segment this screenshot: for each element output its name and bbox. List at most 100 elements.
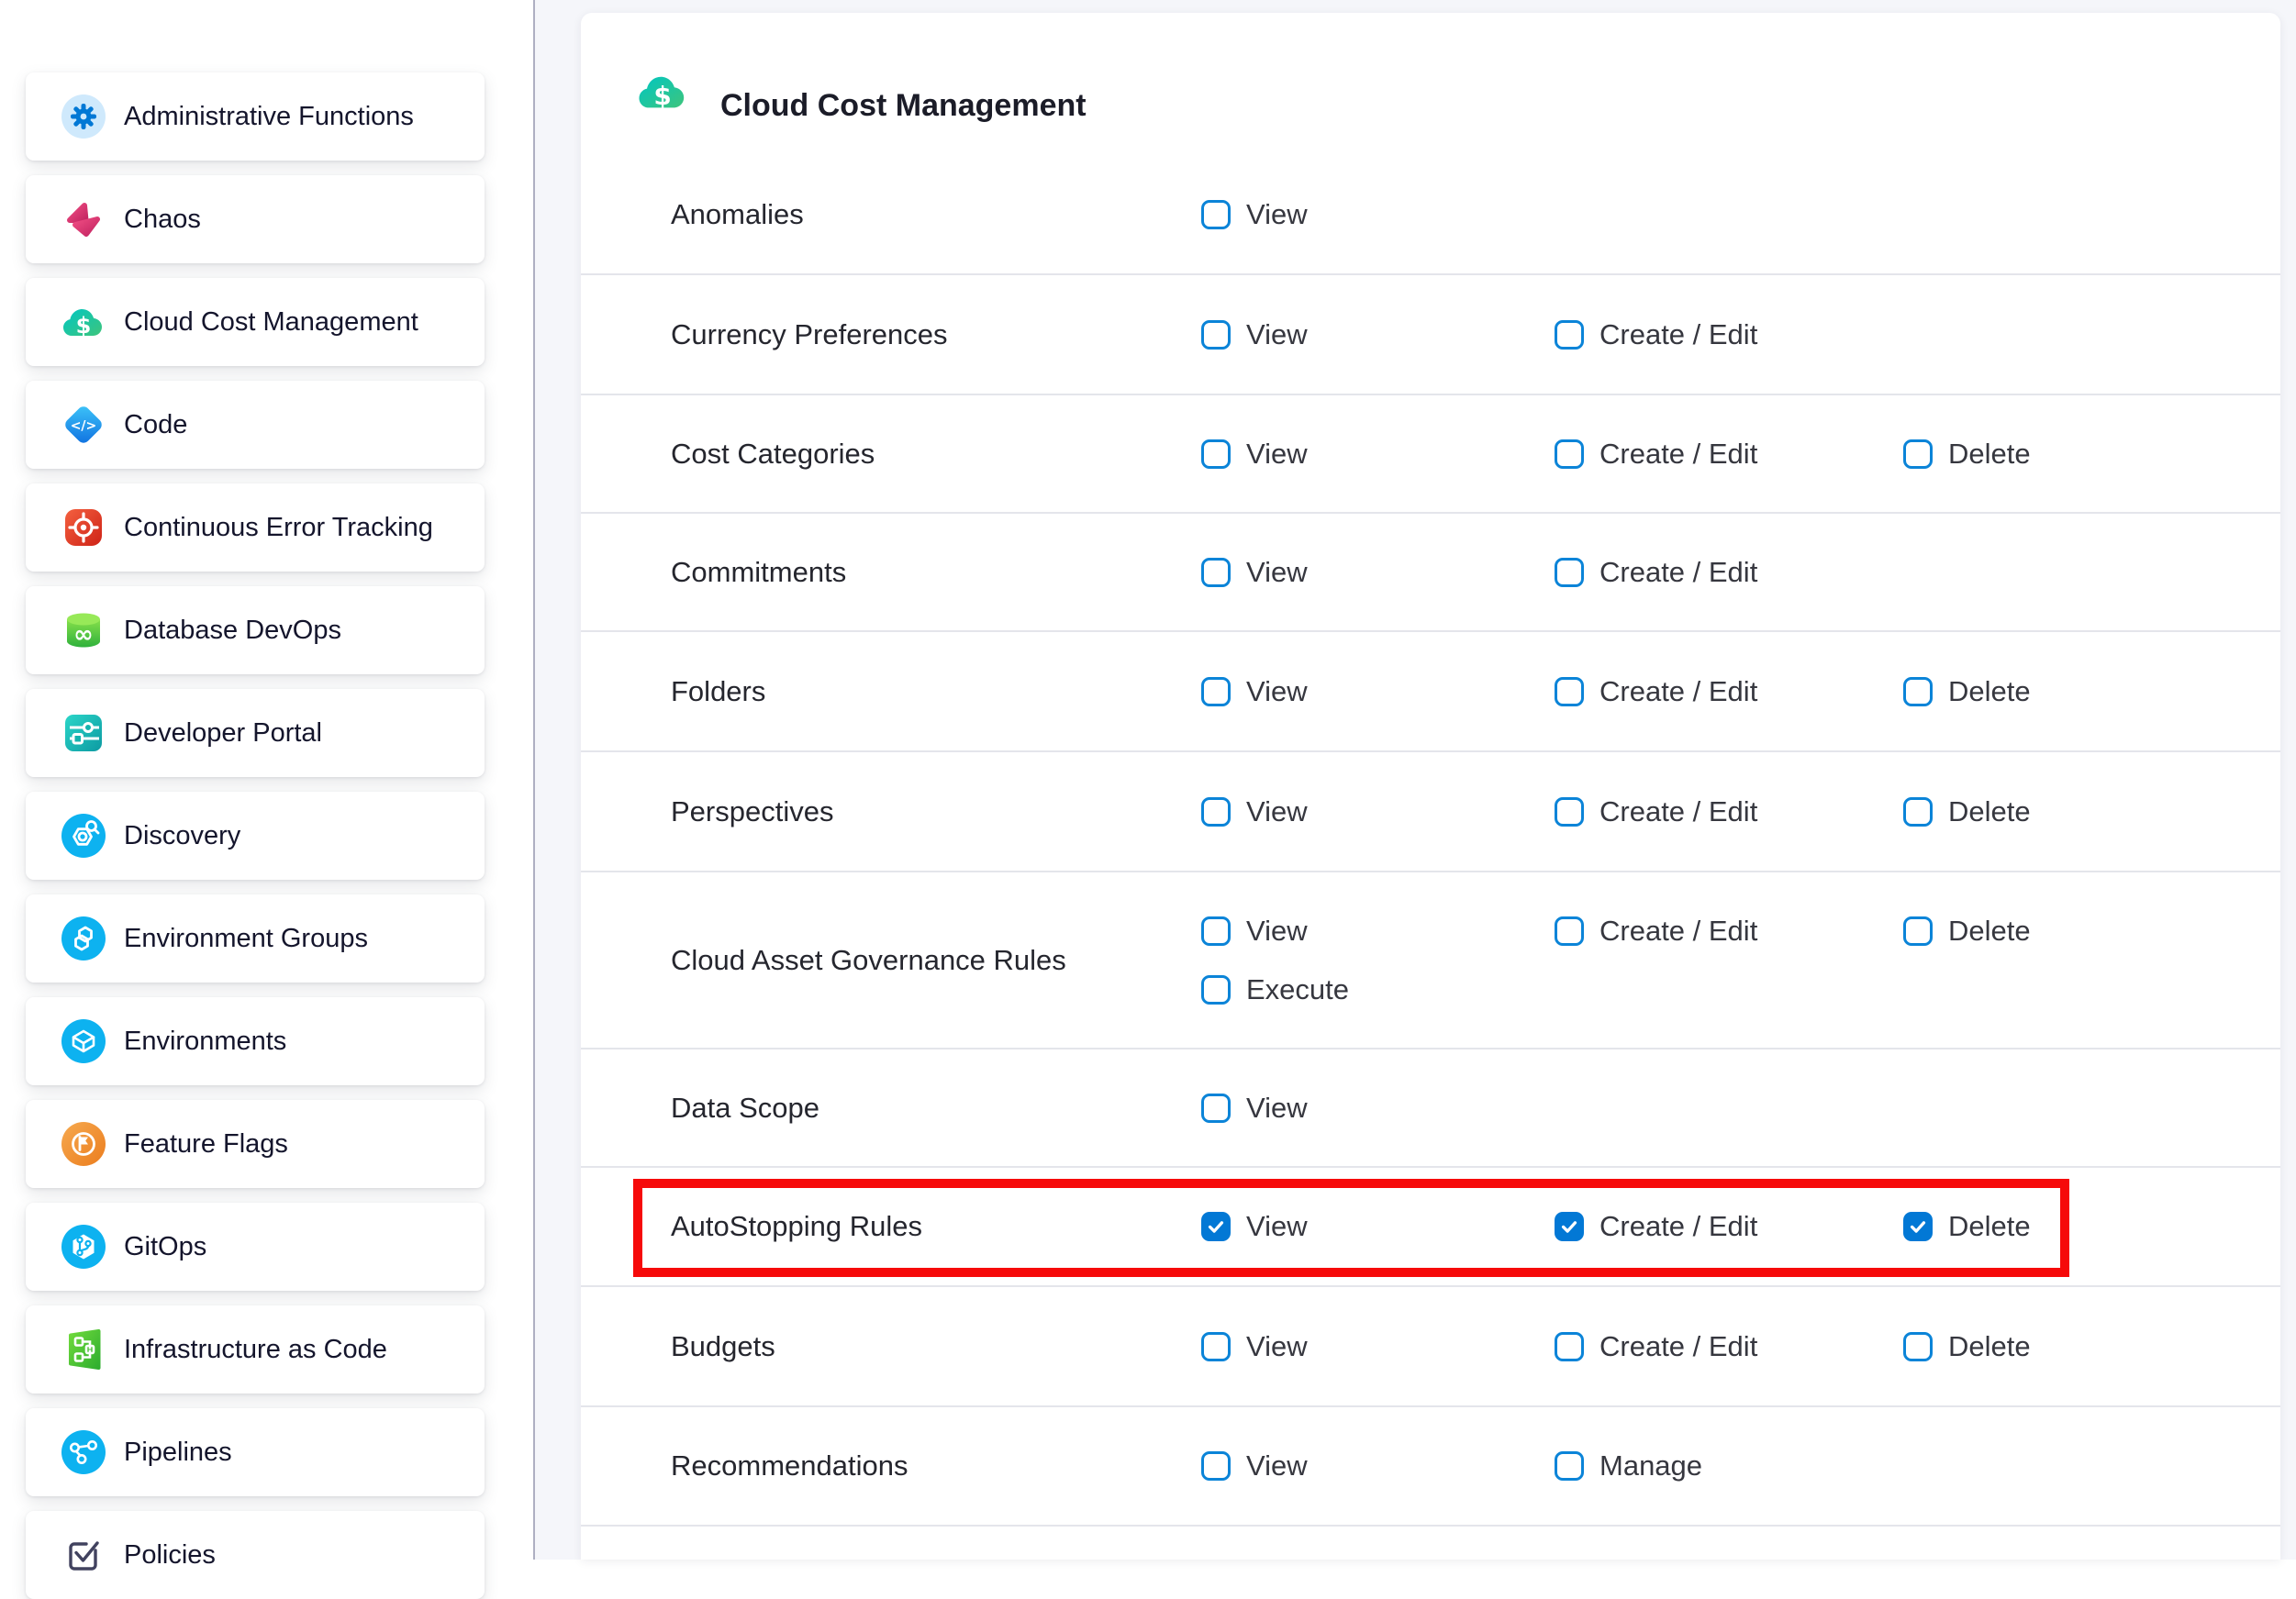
checkbox-perspectives-delete[interactable] <box>1903 797 1933 827</box>
checkbox-cloud-asset-governance-rules-create-edit[interactable] <box>1555 916 1584 946</box>
permission-option: Delete <box>1903 675 2031 708</box>
sidebar-item-label: Feature Flags <box>124 1129 288 1160</box>
checkbox-perspectives-view[interactable] <box>1201 797 1231 827</box>
permission-row-commitments: CommitmentsViewCreate / Edit <box>581 514 2280 632</box>
svg-text:∞: ∞ <box>73 621 94 649</box>
permissions-panel-header: $ Cloud Cost Management <box>581 13 2280 156</box>
checkbox-cloud-asset-governance-rules-execute[interactable] <box>1201 975 1231 1005</box>
checkbox-cloud-asset-governance-rules-view[interactable] <box>1201 916 1231 946</box>
permission-option: View <box>1201 556 1308 589</box>
permission-row-recommendations: RecommendationsViewManage <box>581 1407 2280 1527</box>
permission-option: View <box>1201 1330 1308 1363</box>
permission-option: Delete <box>1903 1330 2031 1363</box>
database-infinity-icon: ∞ <box>61 607 106 653</box>
checkbox-commitments-create-edit[interactable] <box>1555 558 1584 587</box>
sidebar-item-continuous-error-tracking[interactable]: Continuous Error Tracking <box>26 483 485 572</box>
sidebar-item-cloud-cost-management[interactable]: $Cloud Cost Management <box>26 278 485 366</box>
checkbox-check-icon <box>61 1532 106 1578</box>
gear-icon <box>61 94 106 139</box>
flag-icon <box>61 1121 106 1167</box>
sidebar-item-policies[interactable]: Policies <box>26 1511 485 1599</box>
checkbox-label: View <box>1246 1210 1308 1243</box>
checkbox-autostopping-rules-create-edit[interactable] <box>1555 1212 1584 1241</box>
permission-row-cloud-asset-governance-rules: Cloud Asset Governance Rules View Create /… <box>581 872 2280 1049</box>
permission-option: Delete <box>1903 915 2031 948</box>
permission-option: Manage <box>1555 1449 1702 1482</box>
sidebar-item-gitops[interactable]: GitOps <box>26 1203 485 1291</box>
checkbox-label: View <box>1246 438 1308 471</box>
checkbox-folders-delete[interactable] <box>1903 677 1933 706</box>
sidebar-item-chaos[interactable]: Chaos <box>26 175 485 263</box>
checkbox-cost-categories-create-edit[interactable] <box>1555 439 1584 469</box>
sidebar-item-database-devops[interactable]: ∞Database DevOps <box>26 586 485 674</box>
permission-option: Create / Edit <box>1555 556 1757 589</box>
checkbox-recommendations-manage[interactable] <box>1555 1451 1584 1481</box>
sidebar-item-label: Administrative Functions <box>124 102 414 132</box>
checkbox-folders-view[interactable] <box>1201 677 1231 706</box>
permission-label: Cloud Asset Governance Rules <box>671 944 1066 977</box>
checkbox-anomalies-view[interactable] <box>1201 200 1231 229</box>
checkbox-label: Create / Edit <box>1599 318 1757 351</box>
checkbox-label: Create / Edit <box>1599 1330 1757 1363</box>
permission-option: Create / Edit <box>1555 915 1757 948</box>
checkbox-data-scope-view[interactable] <box>1201 1094 1231 1123</box>
checkbox-label: View <box>1246 795 1308 828</box>
checkbox-autostopping-rules-delete[interactable] <box>1903 1212 1933 1241</box>
sidebar-item-label: Infrastructure as Code <box>124 1335 387 1365</box>
permission-label: Perspectives <box>671 795 833 828</box>
permission-row-autostopping-rules: AutoStopping RulesViewCreate / EditDelet… <box>581 1168 2280 1287</box>
permission-option: Create / Edit <box>1555 795 1757 828</box>
hexagon-search-icon <box>61 813 106 859</box>
checkbox-label: View <box>1246 318 1308 351</box>
checkbox-currency-preferences-view[interactable] <box>1201 320 1231 350</box>
permission-option: Delete <box>1903 795 2031 828</box>
checkbox-label: Delete <box>1948 1330 2031 1363</box>
checkbox-folders-create-edit[interactable] <box>1555 677 1584 706</box>
checkbox-label: Create / Edit <box>1599 438 1757 471</box>
checkbox-label: Delete <box>1948 675 2031 708</box>
hexagon-group-icon <box>61 916 106 961</box>
permission-option: View <box>1201 795 1308 828</box>
checkbox-cost-categories-view[interactable] <box>1201 439 1231 469</box>
permission-option: Create / Edit <box>1555 318 1757 351</box>
sidebar-item-label: Developer Portal <box>124 718 322 749</box>
permission-option: View <box>1201 438 1308 471</box>
checkbox-perspectives-create-edit[interactable] <box>1555 797 1584 827</box>
checkbox-label: View <box>1246 556 1308 589</box>
sidebar-item-environments[interactable]: Environments <box>26 997 485 1085</box>
checkbox-label: View <box>1246 915 1308 948</box>
sidebar-item-environment-groups[interactable]: Environment Groups <box>26 894 485 983</box>
checkbox-commitments-view[interactable] <box>1201 558 1231 587</box>
checkbox-autostopping-rules-view[interactable] <box>1201 1212 1231 1241</box>
sidebar-item-label: Continuous Error Tracking <box>124 513 433 543</box>
sidebar-item-developer-portal[interactable]: Developer Portal <box>26 689 485 777</box>
checkbox-currency-preferences-create-edit[interactable] <box>1555 320 1584 350</box>
checkbox-label: Delete <box>1948 915 2031 948</box>
permission-label: Anomalies <box>671 198 804 231</box>
checkbox-label: Create / Edit <box>1599 675 1757 708</box>
checkbox-label: View <box>1246 1330 1308 1363</box>
sidebar-item-feature-flags[interactable]: Feature Flags <box>26 1100 485 1188</box>
git-branch-icon <box>61 1224 106 1270</box>
checkbox-label: Delete <box>1948 1210 2031 1243</box>
sidebar-item-pipelines[interactable]: Pipelines <box>26 1408 485 1496</box>
checkbox-budgets-delete[interactable] <box>1903 1332 1933 1361</box>
sidebar-item-discovery[interactable]: Discovery <box>26 792 485 880</box>
permission-option: View <box>1201 198 1308 231</box>
permission-row-perspectives: Perspectives View Create / Edit Delete <box>581 752 2280 872</box>
checkbox-label: View <box>1246 675 1308 708</box>
permission-row-cost-categories: Cost CategoriesViewCreate / EditDelete <box>581 395 2280 514</box>
sidebar-item-infrastructure-as-code[interactable]: Infrastructure as Code <box>26 1305 485 1394</box>
permission-option: Create / Edit <box>1555 438 1757 471</box>
checkbox-cloud-asset-governance-rules-delete[interactable] <box>1903 916 1933 946</box>
sidebar-item-label: GitOps <box>124 1232 206 1262</box>
checkbox-recommendations-view[interactable] <box>1201 1451 1231 1481</box>
sidebar-item-code[interactable]: </>Code <box>26 381 485 469</box>
checkbox-cost-categories-delete[interactable] <box>1903 439 1933 469</box>
permission-label: Cost Categories <box>671 438 875 471</box>
permission-option: Delete <box>1903 1210 2031 1243</box>
checkbox-budgets-view[interactable] <box>1201 1332 1231 1361</box>
sidebar-item-label: Chaos <box>124 205 201 235</box>
sidebar-item-administrative-functions[interactable]: Administrative Functions <box>26 72 485 161</box>
checkbox-budgets-create-edit[interactable] <box>1555 1332 1584 1361</box>
